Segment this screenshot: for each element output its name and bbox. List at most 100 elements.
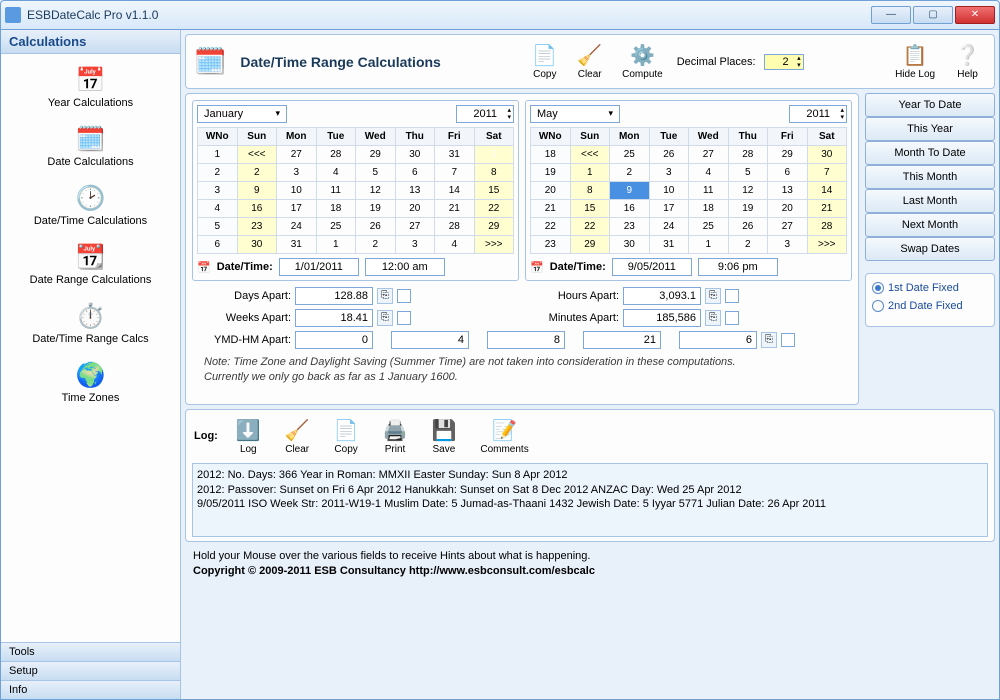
lock-ymdhm-checkbox[interactable] bbox=[781, 333, 795, 347]
quick-action-button[interactable]: Next Month bbox=[865, 213, 995, 237]
calendar-day[interactable]: 15 bbox=[570, 200, 610, 218]
calendar-day[interactable]: 17 bbox=[649, 200, 689, 218]
log-save-button[interactable]: 💾Save bbox=[425, 416, 462, 457]
log-print-button[interactable]: 🖨️Print bbox=[377, 416, 414, 457]
calendar-day[interactable]: 11 bbox=[316, 182, 356, 200]
calendar-day[interactable]: 25 bbox=[316, 218, 356, 236]
copy-hours-icon[interactable]: ⎘ bbox=[705, 288, 721, 304]
calendar-day[interactable]: 22 bbox=[570, 218, 610, 236]
log-log-button[interactable]: ⬇️Log bbox=[230, 416, 267, 457]
calendar-day[interactable]: 21 bbox=[435, 200, 475, 218]
calendar-day[interactable]: 29 bbox=[474, 218, 514, 236]
first-date-fixed-radio[interactable]: 1st Date Fixed bbox=[872, 282, 988, 294]
copy-weeks-icon[interactable]: ⎘ bbox=[377, 310, 393, 326]
calendar-day[interactable]: 27 bbox=[395, 218, 435, 236]
calendar-day[interactable]: 2 bbox=[356, 236, 396, 254]
calendar-day[interactable]: 20 bbox=[395, 200, 435, 218]
calendar-day[interactable]: 15 bbox=[474, 182, 514, 200]
calendar-day[interactable]: 30 bbox=[807, 146, 847, 164]
quick-action-button[interactable]: Month To Date bbox=[865, 141, 995, 165]
calendar-day[interactable]: 31 bbox=[435, 146, 475, 164]
calendar-day[interactable]: 30 bbox=[237, 236, 277, 254]
hidelog-button[interactable]: 📋Hide Log bbox=[889, 41, 941, 82]
calendar-day[interactable]: 10 bbox=[649, 182, 689, 200]
log-copy-button[interactable]: 📄Copy bbox=[328, 416, 365, 457]
minimize-button[interactable]: — bbox=[871, 6, 911, 24]
calendar-day[interactable]: 28 bbox=[316, 146, 356, 164]
calendar-day[interactable]: 27 bbox=[768, 218, 808, 236]
sidebar-item[interactable]: 📆Date Range Calculations bbox=[3, 237, 178, 296]
calendar-day[interactable]: 13 bbox=[395, 182, 435, 200]
compute-button[interactable]: ⚙️Compute bbox=[616, 41, 669, 82]
calendar-day[interactable]: 10 bbox=[277, 182, 317, 200]
calendar-day[interactable]: 16 bbox=[237, 200, 277, 218]
calendar-day[interactable]: 5 bbox=[728, 164, 768, 182]
calendar-day[interactable]: 18 bbox=[689, 200, 729, 218]
calendar-day[interactable]: 11 bbox=[689, 182, 729, 200]
sidebar-footer-item[interactable]: Setup bbox=[1, 661, 180, 680]
calendar-day[interactable]: 18 bbox=[316, 200, 356, 218]
calendar-day[interactable]: 9 bbox=[237, 182, 277, 200]
calendar-day[interactable]: 6 bbox=[395, 164, 435, 182]
calendar-day[interactable]: 7 bbox=[807, 164, 847, 182]
sidebar-item[interactable]: 🕑Date/Time Calculations bbox=[3, 178, 178, 237]
sidebar-item[interactable]: 🗓️Date Calculations bbox=[3, 119, 178, 178]
calendar-day[interactable]: 4 bbox=[435, 236, 475, 254]
calendar-day[interactable]: 16 bbox=[610, 200, 650, 218]
calendar-day[interactable]: 21 bbox=[807, 200, 847, 218]
close-button[interactable]: ✕ bbox=[955, 6, 995, 24]
calendar-day[interactable]: >>> bbox=[474, 236, 514, 254]
year-spinner-end[interactable]: 2011 bbox=[789, 105, 847, 123]
calendar-day[interactable]: 4 bbox=[689, 164, 729, 182]
calendar-day[interactable]: 27 bbox=[689, 146, 729, 164]
log-clear-button[interactable]: 🧹Clear bbox=[279, 416, 316, 457]
calendar-day[interactable]: 26 bbox=[728, 218, 768, 236]
calendar-day[interactable]: 22 bbox=[474, 200, 514, 218]
calendar-day[interactable]: 26 bbox=[356, 218, 396, 236]
lock-weeks-checkbox[interactable] bbox=[397, 311, 411, 325]
sidebar-footer-item[interactable]: Tools bbox=[1, 642, 180, 661]
calendar-day[interactable]: 30 bbox=[610, 236, 650, 254]
calendar-day[interactable]: <<< bbox=[570, 146, 610, 164]
calendar-day[interactable]: 23 bbox=[237, 218, 277, 236]
calendar-day[interactable]: 3 bbox=[768, 236, 808, 254]
log-comments-button[interactable]: 📝Comments bbox=[474, 416, 534, 457]
sidebar-item[interactable]: ⏱️Date/Time Range Calcs bbox=[3, 296, 178, 355]
calendar-day[interactable]: 23 bbox=[610, 218, 650, 236]
calendar-day[interactable]: 19 bbox=[728, 200, 768, 218]
maximize-button[interactable]: ▢ bbox=[913, 6, 953, 24]
calendar-day[interactable]: 14 bbox=[435, 182, 475, 200]
calendar-day[interactable]: 9 bbox=[610, 182, 650, 200]
quick-action-button[interactable]: This Year bbox=[865, 117, 995, 141]
decimal-places-spinner[interactable]: 2 bbox=[764, 54, 804, 70]
calendar-day[interactable]: 3 bbox=[277, 164, 317, 182]
calendar-day[interactable]: 8 bbox=[474, 164, 514, 182]
month-select-end[interactable]: May bbox=[530, 105, 620, 123]
calendar-day[interactable]: 30 bbox=[395, 146, 435, 164]
calendar-day[interactable]: 1 bbox=[316, 236, 356, 254]
help-button[interactable]: ❔Help bbox=[949, 41, 986, 82]
calendar-day[interactable]: 6 bbox=[768, 164, 808, 182]
calendar-day[interactable]: 8 bbox=[570, 182, 610, 200]
month-select-start[interactable]: January bbox=[197, 105, 287, 123]
calendar-day[interactable]: 17 bbox=[277, 200, 317, 218]
calendar-day[interactable]: 1 bbox=[689, 236, 729, 254]
sidebar-item[interactable]: 📅Year Calculations bbox=[3, 60, 178, 119]
calendar-day[interactable]: 12 bbox=[356, 182, 396, 200]
copy-days-icon[interactable]: ⎘ bbox=[377, 288, 393, 304]
sidebar-footer-item[interactable]: Info bbox=[1, 680, 180, 699]
clear-button[interactable]: 🧹Clear bbox=[571, 41, 608, 82]
calendar-day[interactable]: 25 bbox=[610, 146, 650, 164]
calendar-day[interactable]: >>> bbox=[807, 236, 847, 254]
time-field-end[interactable]: 9:06 pm bbox=[698, 258, 778, 276]
second-date-fixed-radio[interactable]: 2nd Date Fixed bbox=[872, 300, 988, 312]
calendar-day[interactable]: 31 bbox=[649, 236, 689, 254]
calendar-day[interactable]: 20 bbox=[768, 200, 808, 218]
calendar-day[interactable]: 2 bbox=[610, 164, 650, 182]
calendar-day[interactable]: 19 bbox=[356, 200, 396, 218]
lock-days-checkbox[interactable] bbox=[397, 289, 411, 303]
calendar-day[interactable]: 29 bbox=[570, 236, 610, 254]
calendar-day[interactable]: 1 bbox=[570, 164, 610, 182]
calendar-day[interactable]: 3 bbox=[395, 236, 435, 254]
calendar-day[interactable]: 29 bbox=[356, 146, 396, 164]
